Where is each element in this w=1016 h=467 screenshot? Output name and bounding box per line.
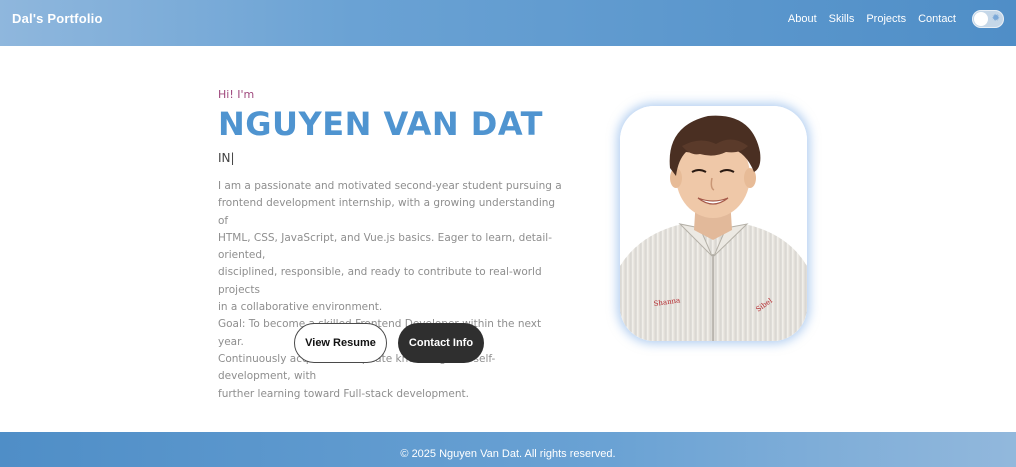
description-line: in a collaborative environment. xyxy=(218,301,383,314)
navbar: Dal's Portfolio About Skills Projects Co… xyxy=(0,0,1016,46)
hero-description: I am a passionate and motivated second-y… xyxy=(218,178,563,403)
hero-buttons: View Resume Contact Info xyxy=(294,323,484,363)
copyright-text: © 2025 Nguyen Van Dat. All rights reserv… xyxy=(400,448,616,460)
description-line: HTML, CSS, JavaScript, and Vue.js basics… xyxy=(218,231,552,262)
nav-link-about[interactable]: About xyxy=(788,13,817,25)
site-brand[interactable]: Dal's Portfolio xyxy=(12,11,103,26)
profile-photo-illustration: Shanna Sibel xyxy=(620,106,807,341)
greeting-text: Hi! I'm xyxy=(218,88,255,101)
view-resume-button[interactable]: View Resume xyxy=(294,323,387,363)
hero-name: NGUYEN VAN DAT xyxy=(218,105,543,143)
description-line: frontend development internship, with a … xyxy=(218,197,556,227)
profile-photo: Shanna Sibel xyxy=(620,106,807,341)
nav-link-contact[interactable]: Contact xyxy=(918,13,956,25)
description-line: further learning toward Full-stack devel… xyxy=(218,387,469,400)
sun-icon: ✹ xyxy=(991,13,1000,24)
nav-menu: About Skills Projects Contact ✹ xyxy=(784,10,1004,28)
toggle-knob xyxy=(974,12,988,26)
footer: © 2025 Nguyen Van Dat. All rights reserv… xyxy=(0,432,1016,467)
contact-info-button[interactable]: Contact Info xyxy=(398,323,484,363)
typed-role-text: IN| xyxy=(218,151,235,165)
theme-toggle[interactable]: ✹ xyxy=(972,10,1004,28)
description-line: I am a passionate and motivated second-y… xyxy=(218,180,562,192)
description-line: disciplined, responsible, and ready to c… xyxy=(218,266,542,296)
nav-link-skills[interactable]: Skills xyxy=(829,13,855,25)
nav-link-projects[interactable]: Projects xyxy=(866,13,906,25)
